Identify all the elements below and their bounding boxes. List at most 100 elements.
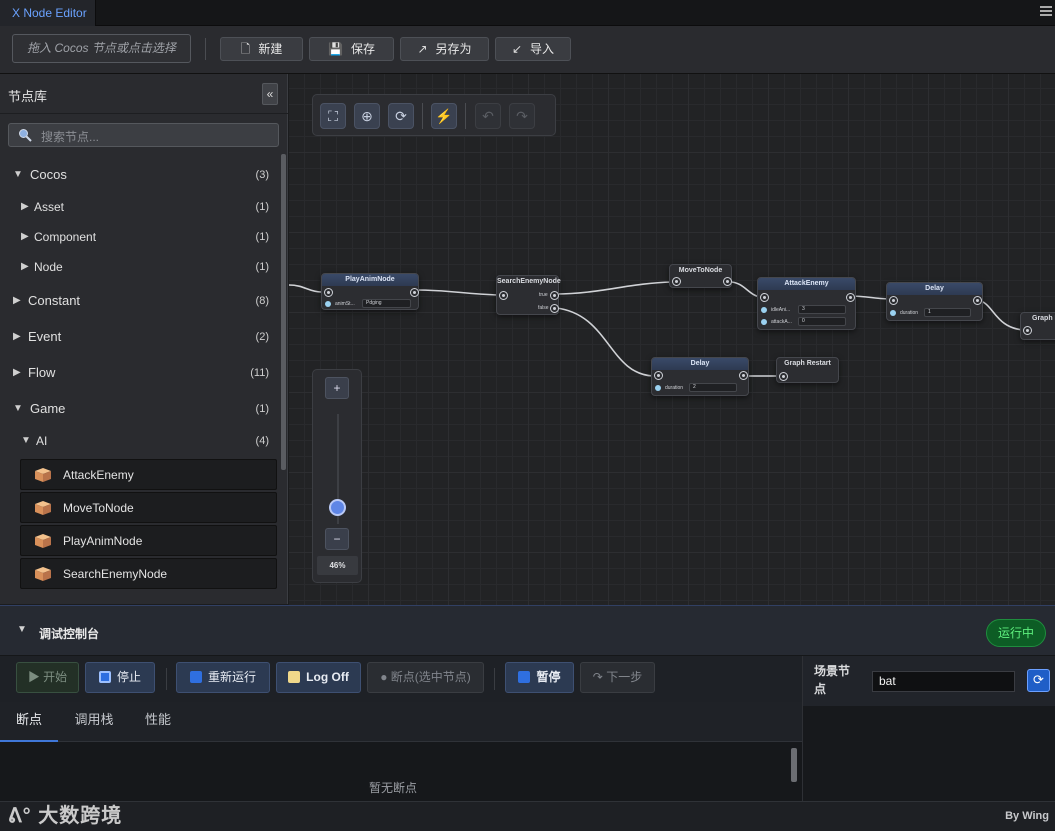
import-button[interactable]: ↙ 导入: [495, 37, 571, 61]
save-button[interactable]: 💾 保存: [309, 37, 394, 61]
exec-out-true-pin[interactable]: [550, 291, 559, 300]
undo-button[interactable]: ↶: [475, 103, 501, 129]
console-tabs: 断点 调用栈 性能: [0, 702, 802, 742]
crosshair-icon: ⊕: [361, 108, 373, 124]
graph-node-graph-restart-partial[interactable]: Graph R: [1020, 312, 1055, 340]
exec-in-pin[interactable]: [779, 372, 788, 381]
floppy-disk-icon: 💾: [328, 42, 343, 56]
graph-node-graph-restart[interactable]: Graph Restart: [776, 357, 839, 383]
tree-label: Flow: [28, 365, 56, 380]
tree-category-constant[interactable]: ▶ Constant (8): [0, 286, 282, 316]
collapse-caret-icon[interactable]: ▼: [17, 624, 27, 635]
new-button[interactable]: 🗋 新建: [220, 37, 303, 61]
scene-node-label: 场景节点: [814, 664, 851, 696]
console-title: 调试控制台: [39, 627, 100, 641]
tree-category-event[interactable]: ▶ Event (2): [0, 322, 282, 352]
exec-out-pin[interactable]: [973, 296, 982, 305]
zoom-slider-thumb[interactable]: [329, 499, 346, 516]
tree-category-node[interactable]: ▶ Node (1): [0, 252, 282, 282]
exec-out-pin[interactable]: [739, 371, 748, 380]
tree-category-ai[interactable]: ▼ AI (4): [0, 426, 282, 456]
pause-button[interactable]: 暂停: [505, 662, 574, 693]
exec-out-pin[interactable]: [410, 288, 419, 297]
center-view-button[interactable]: ⊕: [354, 103, 380, 129]
out-true-label: true: [539, 292, 548, 298]
breakpoint-button[interactable]: ● 断点(选中节点): [367, 662, 484, 693]
caret-down-icon: ▼: [13, 169, 23, 180]
step-button[interactable]: ↷ 下一步: [580, 662, 655, 693]
tree-category-flow[interactable]: ▶ Flow (11): [0, 358, 282, 388]
param-select[interactable]: Pdging: [362, 299, 411, 308]
param-pin[interactable]: [890, 310, 896, 316]
tree-category-component[interactable]: ▶ Component (1): [0, 222, 282, 252]
main-toolbar: 拖入 Cocos 节点或点击选择 🗋 新建 💾 保存 ↗ 另存为 ↙ 导入: [0, 26, 1055, 74]
dot-icon: ●: [380, 670, 391, 684]
node-title: Graph R: [1032, 315, 1055, 322]
cocos-node-drop-zone[interactable]: 拖入 Cocos 节点或点击选择: [12, 34, 191, 63]
scene-refresh-button[interactable]: ⟳: [1027, 669, 1050, 692]
tab-breakpoints[interactable]: 断点: [0, 702, 58, 742]
graph-node-search-enemy[interactable]: SearchEnemyNode true false: [496, 275, 561, 315]
tree-category-game[interactable]: ▼ Game (1): [0, 394, 282, 424]
node-item-search-enemy-node[interactable]: SearchEnemyNode: [20, 558, 277, 589]
start-button[interactable]: ▶ 开始: [16, 662, 79, 693]
tree-category-cocos[interactable]: ▼ Cocos (3): [0, 160, 282, 190]
refresh-button[interactable]: ⟳: [388, 103, 414, 129]
fit-view-button[interactable]: ⛶: [320, 103, 346, 129]
exec-in-pin[interactable]: [889, 296, 898, 305]
redo-button[interactable]: ↷: [509, 103, 535, 129]
tree-label: Asset: [34, 200, 65, 214]
param-pin[interactable]: [761, 319, 767, 325]
graph-node-delay[interactable]: Delay duration 1: [886, 282, 983, 321]
save-as-button[interactable]: ↗ 另存为: [400, 37, 489, 61]
node-title: MoveToNode: [678, 267, 723, 274]
tab-call-stack[interactable]: 调用栈: [66, 702, 122, 742]
zoom-in-button[interactable]: +: [325, 377, 349, 399]
param-pin[interactable]: [761, 307, 767, 313]
node-search-input[interactable]: 搜索节点...: [8, 123, 279, 147]
tab-performance[interactable]: 性能: [134, 702, 182, 742]
param-label: idleAni...: [771, 307, 791, 313]
exec-in-pin[interactable]: [499, 291, 508, 300]
collapse-sidebar-button[interactable]: «: [262, 83, 278, 105]
hamburger-menu-icon[interactable]: [1040, 6, 1052, 18]
graph-node-play-anim[interactable]: PlayAnimNode animSt... Pdging: [321, 273, 419, 310]
exec-in-pin[interactable]: [1023, 326, 1032, 335]
param-input[interactable]: 1: [924, 308, 971, 317]
exec-in-pin[interactable]: [654, 371, 663, 380]
node-item-attack-enemy[interactable]: AttackEnemy: [20, 459, 277, 490]
graph-node-attack-enemy[interactable]: AttackEnemy idleAni... 3 attackA... 0: [757, 277, 856, 330]
exec-in-pin[interactable]: [760, 293, 769, 302]
tree-category-asset[interactable]: ▶ Asset (1): [0, 192, 282, 222]
param-pin[interactable]: [325, 301, 331, 307]
exec-out-pin[interactable]: [723, 277, 732, 286]
stop-button[interactable]: 停止: [85, 662, 155, 693]
arrow-up-right-icon: ↗: [417, 42, 428, 56]
breakpoint-scrollbar[interactable]: [791, 748, 797, 782]
param-pin[interactable]: [655, 385, 661, 391]
redo-icon: ↷: [516, 108, 528, 124]
window-title-tab[interactable]: X Node Editor: [0, 0, 96, 26]
author-byline: By Wing: [1005, 810, 1049, 822]
graph-node-move-to[interactable]: MoveToNode: [669, 264, 732, 288]
sidebar-header: 节点库 «: [0, 74, 288, 114]
exec-out-pin[interactable]: [846, 293, 855, 302]
execute-button[interactable]: ⚡: [431, 103, 457, 129]
sidebar-scrollbar[interactable]: [281, 154, 286, 470]
node-item-play-anim-node[interactable]: PlayAnimNode: [20, 525, 277, 556]
param-input[interactable]: 2: [689, 383, 737, 392]
stop-button-label: 停止: [116, 670, 141, 684]
exec-in-pin[interactable]: [324, 288, 333, 297]
restart-button[interactable]: 重新运行: [176, 662, 270, 693]
exec-in-pin[interactable]: [672, 277, 681, 286]
graph-node-delay[interactable]: Delay duration 2: [651, 357, 749, 396]
cube-icon: [35, 567, 51, 581]
zoom-out-button[interactable]: −: [325, 528, 349, 550]
graph-canvas[interactable]: ⛶ ⊕ ⟳ ⚡ ↶ ↷ + − 46% PlayAnimNode animSt.…: [289, 74, 1055, 605]
log-toggle-button[interactable]: Log Off: [276, 662, 361, 693]
scene-node-input[interactable]: bat: [872, 671, 1015, 692]
param-input[interactable]: 0: [798, 317, 846, 326]
param-input[interactable]: 3: [798, 305, 846, 314]
node-item-move-to-node[interactable]: MoveToNode: [20, 492, 277, 523]
exec-out-false-pin[interactable]: [550, 304, 559, 313]
